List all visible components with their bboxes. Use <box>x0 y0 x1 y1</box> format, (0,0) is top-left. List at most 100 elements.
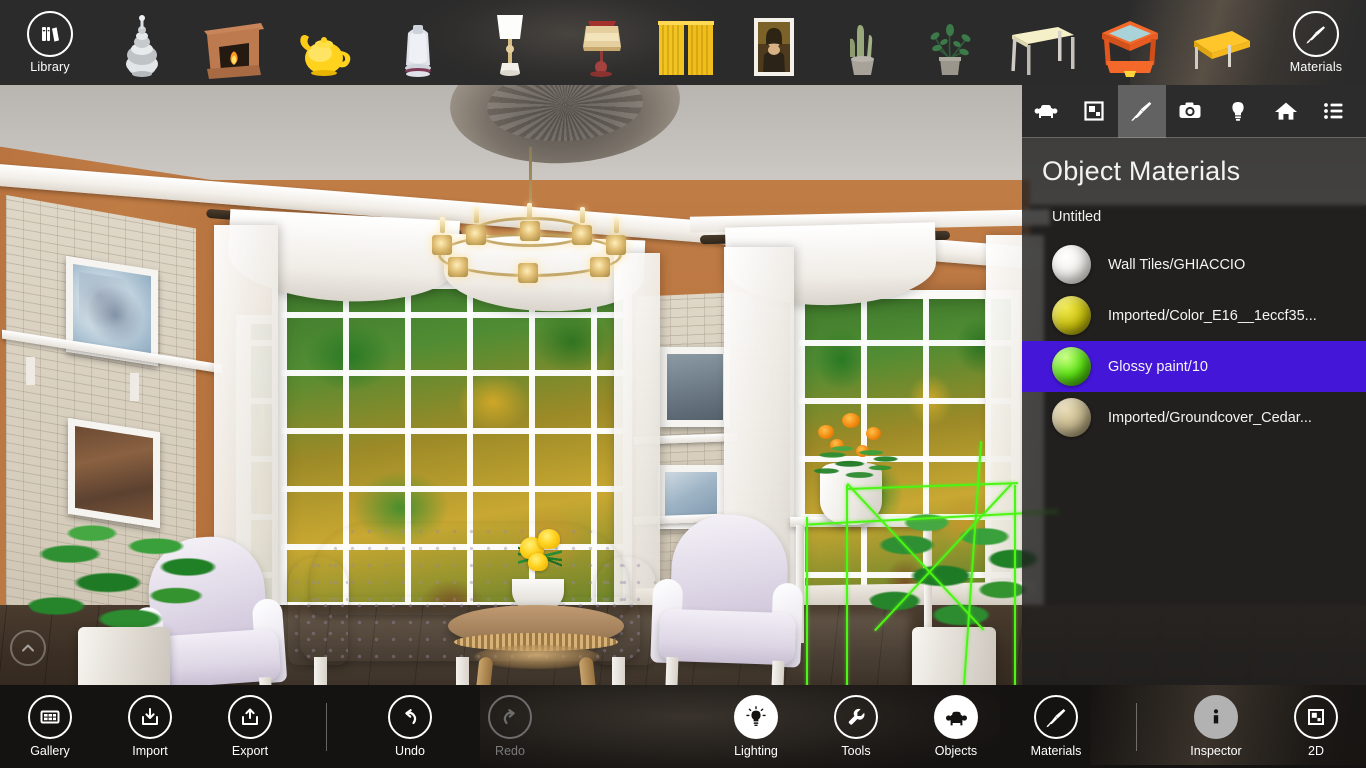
object-thumb-yellow-curtains[interactable] <box>640 0 732 85</box>
shelf-bracket <box>26 357 35 385</box>
material-row-wall-tiles[interactable]: Wall Tiles/GHIACCIO <box>1022 239 1366 290</box>
object-thumb-silver-finial-ornament[interactable] <box>96 0 188 85</box>
plant-pot <box>912 627 996 685</box>
orange-flower <box>818 425 834 439</box>
white-table-lamp-thumbnail <box>474 7 546 79</box>
wall-art-gray <box>660 347 730 427</box>
chandelier-chain <box>529 147 532 211</box>
panel-tab-materials-tab[interactable] <box>1118 85 1166 138</box>
panel-tab-list-tab[interactable] <box>1310 85 1358 138</box>
material-row-imported-color[interactable]: Imported/Color_E16__1eccf35... <box>1022 290 1366 341</box>
silver-finial-ornament-thumbnail <box>106 7 178 79</box>
armchair-right[interactable] <box>649 512 806 685</box>
view-2d-button[interactable]: 2D <box>1266 685 1366 768</box>
chandelier-candle <box>440 217 445 233</box>
materials-button[interactable]: Materials <box>1006 685 1106 768</box>
yellow-flower <box>538 529 560 549</box>
chandelier-arm <box>448 257 468 277</box>
material-swatch <box>1052 245 1091 284</box>
export-button[interactable]: Export <box>200 685 300 768</box>
yellow-teapot-thumbnail <box>290 7 362 79</box>
object-thumb-potted-cactus[interactable] <box>816 0 908 85</box>
panel-tab-objects-tab[interactable] <box>1022 85 1070 138</box>
view-2d-label: 2D <box>1308 744 1324 758</box>
armchair-seat <box>658 608 797 666</box>
white-dining-table-thumbnail <box>1006 7 1078 79</box>
object-thumb-orange-side-table[interactable] <box>1084 0 1176 85</box>
collapse-toolbar-chevron[interactable] <box>10 630 46 666</box>
tools-button[interactable]: Tools <box>806 685 906 768</box>
object-thumb-white-ceramic-urn[interactable] <box>372 0 464 85</box>
coffee-table-leg <box>468 656 494 685</box>
object-thumb-mona-lisa-painting[interactable] <box>728 0 820 85</box>
object-thumb-white-dining-table[interactable] <box>996 0 1088 85</box>
application-window: Library Materials Object Materials Untit… <box>0 0 1366 768</box>
material-row-glossy-paint[interactable]: Glossy paint/10 <box>1022 341 1366 392</box>
material-row-groundcover-cedar[interactable]: Imported/Groundcover_Cedar... <box>1022 392 1366 443</box>
library-button[interactable]: Library <box>4 0 96 85</box>
upload-tray-icon <box>228 695 272 739</box>
inspector-button[interactable]: Inspector <box>1166 685 1266 768</box>
toolbar-divider <box>326 703 327 751</box>
object-thumb-potted-houseplant[interactable] <box>904 0 996 85</box>
library-label: Library <box>30 60 70 74</box>
shelf-bracket <box>130 373 139 401</box>
lighting-label: Lighting <box>734 744 778 758</box>
material-swatch <box>1052 398 1091 437</box>
object-thumb-white-table-lamp[interactable] <box>464 0 556 85</box>
panel-title: Object Materials <box>1042 156 1241 186</box>
object-thumb-fringed-table-lamp[interactable] <box>556 0 648 85</box>
panel-tab-home-tab[interactable] <box>1262 85 1310 138</box>
export-label: Export <box>231 744 269 758</box>
object-materials-panel: Object Materials Untitled Wall Tiles/GHI… <box>1022 85 1366 685</box>
undo-button[interactable]: Undo <box>360 685 460 768</box>
toolbar-materials-button[interactable]: Materials <box>1270 0 1362 85</box>
plant-pot <box>78 627 170 685</box>
object-thumb-yellow-low-table[interactable] <box>1172 0 1264 85</box>
plant-foliage <box>20 515 220 645</box>
yellow-low-table-thumbnail <box>1182 7 1254 79</box>
yellow-curtains-thumbnail <box>650 7 722 79</box>
undo-label: Undo <box>395 744 425 758</box>
crystal-chandelier <box>430 147 630 307</box>
chandelier-arm <box>466 225 486 245</box>
object-thumb-yellow-teapot[interactable] <box>280 0 372 85</box>
potted-plant-left[interactable] <box>20 515 220 685</box>
sofa-leg <box>314 657 327 685</box>
lightbulb-icon <box>734 695 778 739</box>
orange-flower <box>866 427 881 440</box>
toolbar-materials-label: Materials <box>1289 60 1343 74</box>
gallery-label: Gallery <box>30 744 70 758</box>
orange-flower <box>842 413 860 428</box>
material-list: Wall Tiles/GHIACCIO Imported/Color_E16__… <box>1022 239 1366 443</box>
arrangement-foliage <box>810 443 900 483</box>
white-ceramic-urn-thumbnail <box>382 7 454 79</box>
panel-tab-lighting-tab[interactable] <box>1214 85 1262 138</box>
panel-tab-camera-tab[interactable] <box>1166 85 1214 138</box>
objects-label: Objects <box>934 744 978 758</box>
import-button[interactable]: Import <box>100 685 200 768</box>
chandelier-arm <box>572 225 592 245</box>
armchair-icon <box>934 695 978 739</box>
redo-arrow-icon <box>488 695 532 739</box>
object-thumb-brick-fireplace[interactable] <box>188 0 280 85</box>
armchair-leg <box>770 660 785 685</box>
undo-arrow-icon <box>388 695 432 739</box>
camera-icon <box>1179 102 1201 118</box>
chandelier-body <box>430 203 630 297</box>
objects-button[interactable]: Objects <box>906 685 1006 768</box>
lighting-button[interactable]: Lighting <box>706 685 806 768</box>
home-icon <box>1275 102 1297 120</box>
chandelier-candle <box>474 207 479 223</box>
inspector-label: Inspector <box>1190 744 1242 758</box>
info-icon <box>1194 695 1238 739</box>
panel-subtitle-untitled: Untitled <box>1052 209 1102 225</box>
yellow-flower <box>528 553 548 571</box>
mona-lisa-painting-thumbnail <box>738 7 810 79</box>
panel-tab-floorplan-tab[interactable] <box>1070 85 1118 138</box>
redo-button[interactable]: Redo <box>460 685 560 768</box>
bottom-toolbar: Gallery Import Export Undo Redo Lighting… <box>0 685 1366 768</box>
oval-coffee-table[interactable] <box>448 529 624 685</box>
gallery-button[interactable]: Gallery <box>0 685 100 768</box>
potted-houseplant-thumbnail <box>914 7 986 79</box>
